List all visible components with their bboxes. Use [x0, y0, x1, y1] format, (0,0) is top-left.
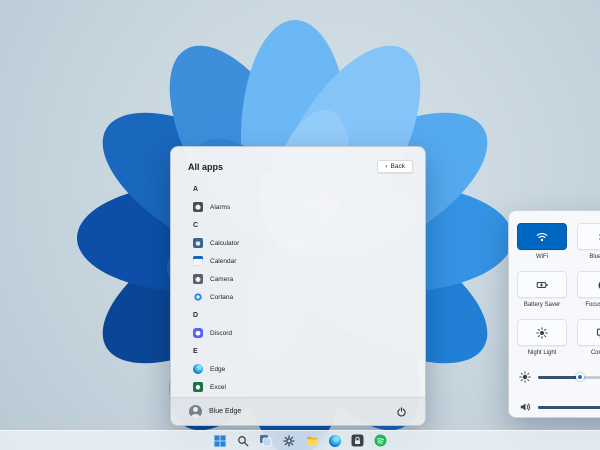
brightness-fill [538, 376, 580, 379]
quick-setting-focus: Focus assist [577, 271, 600, 308]
volume-icon [519, 401, 531, 413]
app-item-calculator[interactable]: Calculator [191, 234, 415, 252]
section-letter-a[interactable]: A [191, 180, 415, 198]
task-view-button[interactable] [258, 433, 273, 448]
back-button-label: Back [391, 163, 405, 170]
focus-icon [596, 279, 600, 291]
taskbar [0, 430, 600, 450]
quick-setting-connect: Connect [577, 319, 600, 356]
edge-app-icon [193, 364, 203, 374]
night-light-label: Night Light [517, 350, 567, 356]
search-button[interactable] [235, 433, 250, 448]
quick-setting-wifi: WiFi [517, 223, 567, 260]
quick-setting-battery-saver: Battery Saver [517, 271, 567, 308]
calculator-app-icon [193, 238, 203, 248]
night-light-icon [536, 327, 548, 339]
power-icon [396, 406, 407, 418]
file-explorer-button[interactable] [304, 433, 319, 448]
lock-app-button[interactable] [350, 433, 365, 448]
green-app-button[interactable] [373, 433, 388, 448]
wifi-label: WiFi [517, 254, 567, 260]
green-app-icon [374, 434, 387, 447]
focus-label: Focus assist [577, 302, 600, 308]
connect-label: Connect [577, 350, 600, 356]
night-light-toggle[interactable] [517, 319, 567, 346]
settings-gear-icon [283, 435, 295, 447]
app-item-discord[interactable]: Discord [191, 324, 415, 342]
volume-track[interactable] [538, 406, 600, 409]
brightness-thumb[interactable] [576, 373, 584, 381]
app-item-edge[interactable]: Edge [191, 360, 415, 378]
lock-app-icon [351, 434, 364, 447]
wifi-icon [536, 231, 548, 242]
calendar-app-icon [193, 256, 203, 266]
excel-app-icon [193, 382, 203, 392]
volume-slider[interactable] [519, 401, 600, 413]
app-item-camera[interactable]: Camera [191, 270, 415, 288]
task-view-icon [259, 434, 272, 447]
bluetooth-icon [596, 231, 600, 243]
quick-setting-night-light: Night Light [517, 319, 567, 356]
app-item-cortana[interactable]: Cortana [191, 288, 415, 306]
back-button[interactable]: ‹ Back [377, 160, 413, 173]
section-letter-e[interactable]: E [191, 342, 415, 360]
quick-settings-panel: WiFi Bluetooth Battery Saver Focus assis… [508, 210, 600, 418]
battery-saver-label: Battery Saver [517, 302, 567, 308]
connect-toggle[interactable] [577, 319, 600, 346]
section-letter-c[interactable]: C [191, 216, 415, 234]
app-item-calendar[interactable]: Calendar [191, 252, 415, 270]
app-item-alarms[interactable]: Alarms [191, 198, 415, 216]
camera-app-icon [193, 274, 203, 284]
brightness-slider[interactable] [519, 371, 600, 383]
brightness-track[interactable] [538, 376, 600, 379]
file-explorer-icon [306, 435, 318, 446]
start-menu-header: All apps ‹ Back [188, 160, 413, 173]
back-chevron-icon: ‹ [385, 163, 387, 170]
focus-toggle[interactable] [577, 271, 600, 298]
start-menu-panel: All apps ‹ Back A Alarms C Calculator Ca… [170, 146, 426, 426]
edge-button[interactable] [327, 433, 342, 448]
power-button[interactable] [396, 406, 407, 418]
bluetooth-label: Bluetooth [577, 254, 600, 260]
settings-button[interactable] [281, 433, 296, 448]
battery-saver-toggle[interactable] [517, 271, 567, 298]
start-icon [214, 435, 226, 447]
alarms-app-icon [193, 202, 203, 212]
all-apps-title: All apps [188, 162, 223, 172]
all-apps-list: A Alarms C Calculator Calendar Camera Co… [191, 180, 415, 396]
connect-icon [596, 327, 600, 339]
bluetooth-toggle[interactable] [577, 223, 600, 250]
app-item-excel[interactable]: Excel [191, 378, 415, 396]
brightness-icon [519, 371, 531, 383]
quick-setting-bluetooth: Bluetooth [577, 223, 600, 260]
cortana-app-icon [193, 292, 203, 302]
user-avatar [189, 405, 202, 418]
volume-fill [538, 406, 600, 409]
start-button[interactable] [212, 433, 227, 448]
start-menu-footer: Blue Edge [171, 397, 425, 425]
battery-saver-icon [536, 279, 549, 291]
edge-icon [329, 435, 341, 447]
search-icon [237, 435, 249, 447]
discord-app-icon [193, 328, 203, 338]
section-letter-d[interactable]: D [191, 306, 415, 324]
user-name: Blue Edge [209, 408, 241, 415]
wifi-toggle[interactable] [517, 223, 567, 250]
user-account-button[interactable]: Blue Edge [189, 405, 241, 418]
